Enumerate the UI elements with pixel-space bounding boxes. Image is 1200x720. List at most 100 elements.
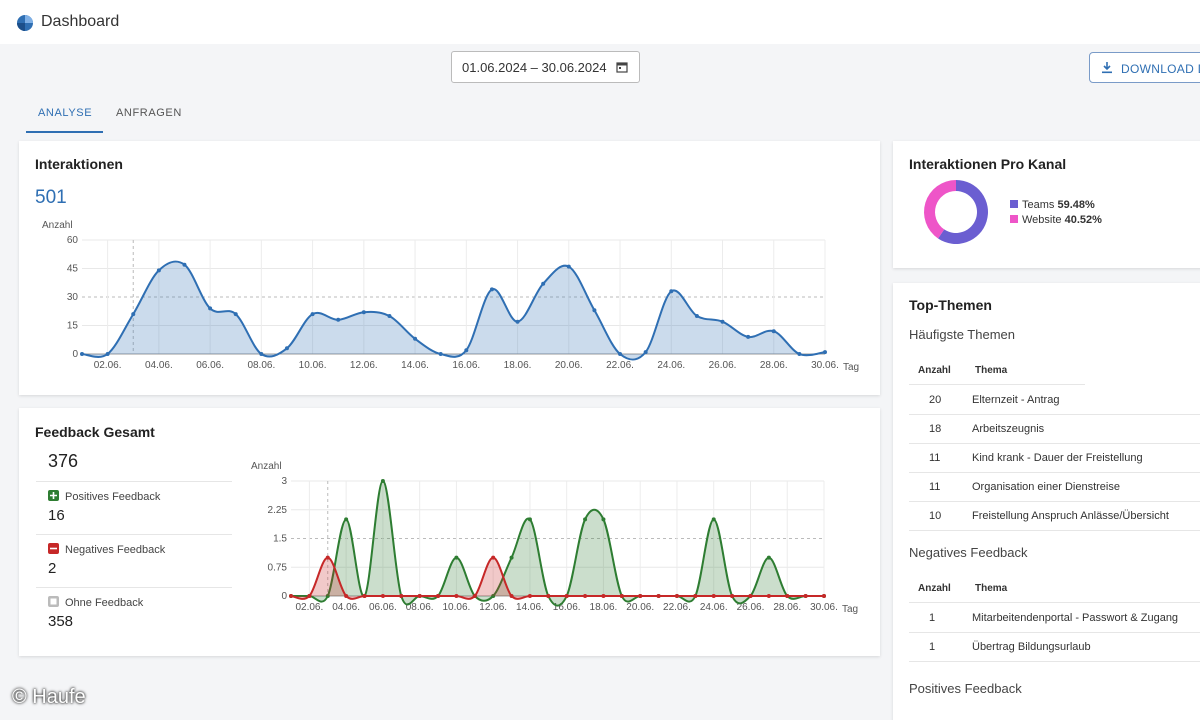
interaktionen-point	[310, 312, 315, 317]
x-tick-label: 28.06.	[760, 360, 788, 371]
table-row-divider	[909, 443, 1200, 444]
positive-feedback-point	[601, 517, 606, 522]
x-tick-label: 04.06.	[332, 602, 360, 613]
interaktionen-point	[566, 264, 571, 269]
positive-feedback-point	[583, 517, 588, 522]
negative-feedback-point	[730, 594, 735, 598]
copyright-watermark: © Haufe	[12, 686, 86, 708]
y-tick-label: 2.25	[268, 505, 288, 516]
interaktionen-point	[618, 352, 623, 356]
interaktionen-point	[182, 262, 187, 267]
negative-feedback-label: Negatives Feedback	[48, 543, 165, 556]
negative-feedback-point	[380, 594, 385, 598]
table-row-divider	[909, 661, 1200, 662]
negative-feedback-point	[785, 594, 790, 598]
negative-feedback-point	[454, 594, 459, 598]
x-axis-label: Tag	[843, 362, 859, 373]
kanal-donut-chart	[924, 180, 988, 244]
negative-feedback-point	[491, 555, 496, 560]
interaktionen-point	[233, 312, 238, 317]
y-tick-label: 15	[67, 321, 79, 332]
y-tick-label: 30	[67, 292, 79, 303]
negative-feedback-point	[307, 594, 312, 598]
date-range-picker[interactable]: 01.06.2024 – 30.06.2024	[451, 51, 640, 83]
x-tick-label: 22.06.	[663, 602, 691, 613]
interaktionen-point	[259, 352, 264, 356]
legend-teams-label: Teams	[1022, 199, 1055, 211]
interaktionen-point	[771, 329, 776, 334]
interaktionen-point	[156, 268, 161, 273]
negative-feedback-point	[619, 594, 624, 598]
negative-feedback-point	[803, 594, 808, 598]
interaktionen-point	[515, 319, 520, 324]
table-divider	[909, 384, 1085, 385]
haeufigste-title: Häufigste Themen	[909, 327, 1015, 342]
x-tick-label: 12.06.	[350, 360, 378, 371]
negative-feedback-point	[417, 594, 422, 598]
interaktionen-card: Interaktionen 501 0 15 30 45 60 02.06. 04.06. 0…	[19, 141, 880, 395]
x-axis-label: Tag	[842, 604, 858, 615]
legend-website-value: 40.52%	[1064, 214, 1102, 226]
tab-analyse[interactable]: ANALYSE	[38, 107, 92, 119]
negative-feedback-point	[601, 594, 606, 598]
interaktionen-point	[797, 352, 802, 356]
top-themen-title: Top-Themen	[909, 297, 992, 313]
y-tick-label: 45	[67, 264, 79, 275]
table-cell-thema: Elternzeit - Antrag	[972, 394, 1060, 406]
interaktionen-point	[694, 314, 699, 318]
negative-feedback-count: 2	[48, 560, 57, 577]
negative-feedback-point	[693, 594, 698, 598]
positive-feedback-point	[344, 517, 349, 522]
interaktionen-point	[592, 308, 597, 313]
x-tick-label: 06.06.	[369, 602, 397, 613]
y-tick-label: 60	[67, 235, 79, 246]
table-row-divider	[909, 501, 1200, 502]
x-tick-label: 20.06.	[626, 602, 654, 613]
table-cell-anzahl: 1	[929, 641, 936, 653]
table-cell-thema: Kind krank - Dauer der Freistellung	[972, 452, 1143, 464]
table-cell-anzahl: 11	[929, 481, 941, 493]
table-cell-thema: Arbeitszeugnis	[972, 423, 1045, 435]
interaktionen-point	[361, 310, 366, 315]
x-tick-label: 28.06.	[773, 602, 801, 613]
x-tick-label: 12.06.	[479, 602, 507, 613]
negative-feedback-point	[344, 594, 349, 598]
tab-anfragen[interactable]: ANFRAGEN	[116, 107, 182, 119]
negative-feedback-point	[289, 594, 293, 598]
negative-feedback-point	[638, 594, 643, 598]
interaktionen-point	[336, 317, 341, 322]
col-thema: Thema	[975, 583, 1008, 594]
date-range-value: 01.06.2024 – 30.06.2024	[462, 60, 607, 75]
table-row-divider	[909, 632, 1200, 633]
col-anzahl: Anzahl	[918, 583, 951, 594]
x-tick-label: 14.06.	[516, 602, 544, 613]
table-cell-anzahl: 10	[929, 510, 942, 522]
legend-website-label: Website	[1022, 214, 1062, 226]
interaktionen-point	[105, 352, 110, 356]
feedback-total: 376	[48, 451, 79, 471]
x-tick-label: 10.06.	[443, 602, 471, 613]
table-row-divider	[909, 530, 1200, 531]
negative-feedback-point	[766, 594, 771, 598]
x-tick-label: 26.06.	[709, 360, 737, 371]
download-label: DOWNLOAD D	[1121, 62, 1200, 76]
divider	[36, 587, 232, 588]
x-tick-label: 16.06.	[452, 360, 480, 371]
positiv-title: Positives Feedback	[909, 681, 1022, 696]
table-cell-anzahl: 11	[929, 452, 941, 464]
download-button[interactable]: DOWNLOAD D	[1089, 52, 1200, 83]
divider	[36, 481, 232, 482]
y-tick-label: 3	[281, 476, 287, 487]
app-logo-icon	[17, 15, 33, 31]
table-cell-thema: Übertrag Bildungsurlaub	[972, 641, 1091, 653]
x-tick-label: 24.06.	[700, 602, 728, 613]
positive-feedback-point	[711, 517, 716, 522]
table-cell-anzahl: 1	[929, 612, 936, 624]
positive-feedback-point	[509, 555, 514, 560]
interaktionen-point	[438, 352, 443, 356]
none-label-text: Ohne Feedback	[65, 597, 144, 609]
calendar-icon[interactable]	[616, 61, 628, 73]
interaktionen-point	[541, 281, 546, 286]
interaktionen-point	[208, 306, 213, 311]
website-slice	[924, 180, 956, 239]
